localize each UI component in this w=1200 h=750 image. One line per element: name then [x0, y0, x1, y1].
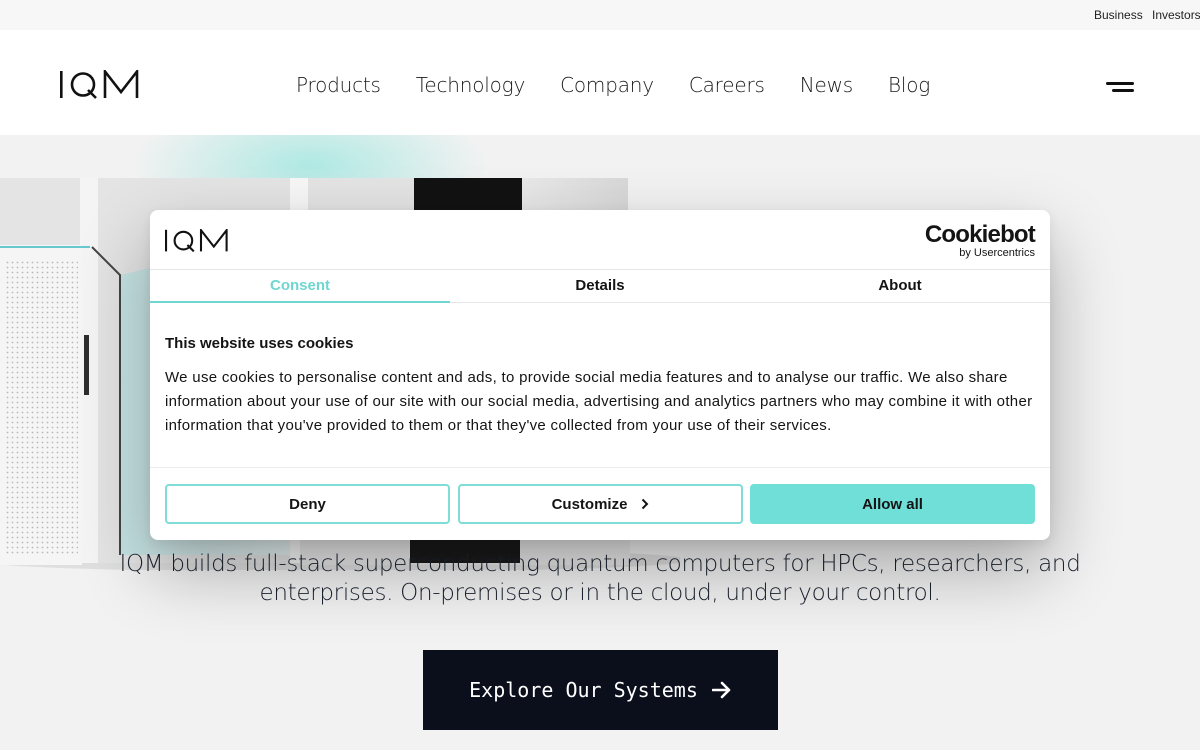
- customize-label: Customize: [551, 495, 628, 513]
- deny-label: Deny: [289, 495, 326, 513]
- tab-about[interactable]: About: [750, 270, 1050, 303]
- nav-news[interactable]: News: [800, 73, 853, 97]
- cookie-title: This website uses cookies: [165, 335, 354, 352]
- cookiebot-brand: Cookiebot: [924, 221, 1036, 248]
- nav-technology[interactable]: Technology: [416, 73, 526, 97]
- arrow-right-icon: [711, 681, 731, 699]
- site-header: Products Technology Company Careers News…: [0, 30, 1200, 135]
- hero-line-1: IQM builds full-stack superconducting qu…: [119, 551, 1081, 577]
- allow-all-label: Allow all: [862, 495, 923, 513]
- cookiebot-logo[interactable]: Cookiebot by Usercentrics: [924, 221, 1036, 260]
- utility-bar: Business Investors: [0, 0, 1200, 30]
- tab-details[interactable]: Details: [450, 270, 750, 303]
- allow-all-button[interactable]: Allow all: [750, 484, 1035, 524]
- cookie-dialog-body: This website uses cookies We use cookies…: [165, 335, 1035, 438]
- deny-button[interactable]: Deny: [165, 484, 450, 524]
- menu-icon[interactable]: [1100, 76, 1140, 106]
- tab-consent[interactable]: Consent: [150, 270, 450, 303]
- cookie-dialog-iqm-logo: [165, 227, 229, 258]
- cookiebot-sub: by Usercentrics: [959, 247, 1035, 259]
- util-link-business[interactable]: Business: [1094, 8, 1143, 22]
- nav-company[interactable]: Company: [560, 73, 654, 97]
- iqm-logo-icon: [60, 67, 139, 99]
- hero-description: IQM builds full-stack superconducting qu…: [100, 550, 1100, 608]
- nav-careers[interactable]: Careers: [689, 73, 765, 97]
- main-nav: Products Technology Company Careers News…: [296, 73, 930, 97]
- cookie-tabs: Consent Details About: [150, 270, 1050, 303]
- explore-systems-button[interactable]: Explore Our Systems: [423, 650, 778, 730]
- cookie-consent-dialog: Cookiebot by Usercentrics Consent Detail…: [150, 210, 1050, 540]
- cookie-dialog-footer: Deny Customize Allow all: [150, 467, 1050, 540]
- chevron-right-icon: [642, 498, 649, 510]
- nav-blog[interactable]: Blog: [888, 73, 930, 97]
- util-link-investors[interactable]: Investors: [1152, 8, 1200, 22]
- explore-systems-label: Explore Our Systems: [469, 678, 698, 702]
- iqm-logo-icon: [165, 227, 228, 253]
- hero-line-2: enterprises. On-premises or in the cloud…: [259, 580, 941, 606]
- customize-button[interactable]: Customize: [458, 484, 743, 524]
- cookie-description: We use cookies to personalise content an…: [165, 369, 1033, 434]
- iqm-logo[interactable]: [60, 67, 140, 105]
- cookie-dialog-header: Cookiebot by Usercentrics: [150, 210, 1050, 270]
- nav-products[interactable]: Products: [296, 73, 381, 97]
